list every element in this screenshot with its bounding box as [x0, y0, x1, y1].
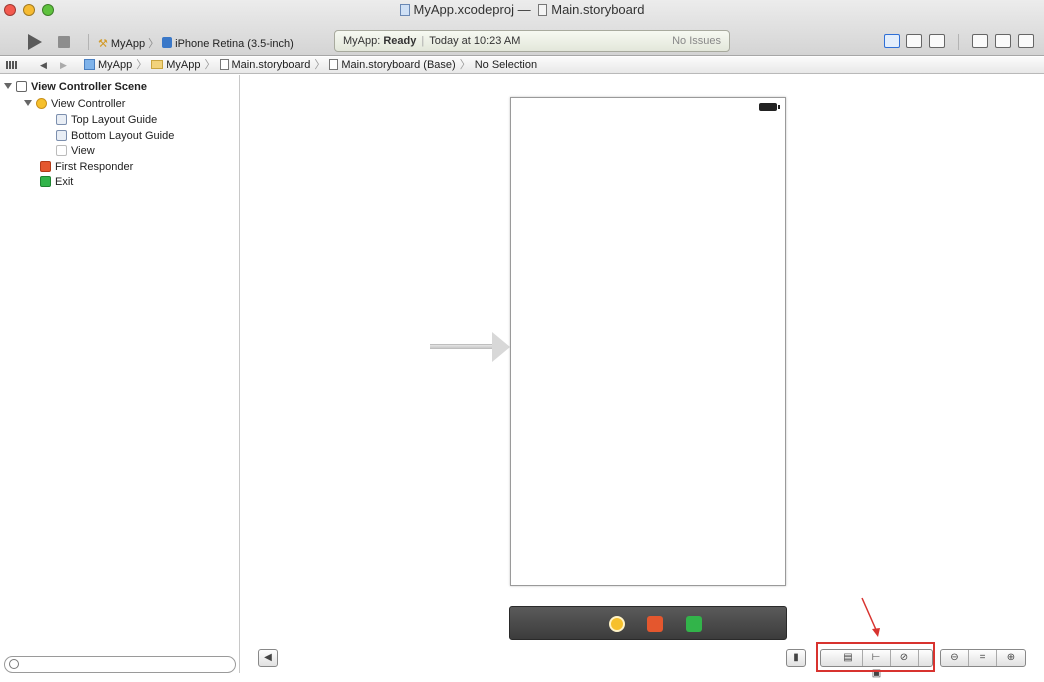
layout-guide-icon [56, 130, 67, 141]
layout-guide-icon [56, 114, 67, 125]
related-items-icon[interactable] [6, 61, 17, 69]
utilities-toggle-icon[interactable] [1018, 34, 1034, 48]
breadcrumb: MyApp 〉 MyApp 〉 Main.storyboard 〉 Main.storybo… [84, 57, 537, 73]
scene-icon [16, 81, 27, 92]
app-target-icon: ⚒ [98, 38, 108, 50]
hide-outline-button[interactable]: ◀ [258, 649, 278, 667]
breadcrumb-project[interactable]: MyApp [84, 59, 132, 71]
outline-item-label: Exit [55, 176, 74, 188]
exit-icon [40, 176, 51, 187]
outline-item-exit[interactable]: Exit [40, 175, 73, 190]
storyboard-icon [329, 59, 339, 70]
project-icon [84, 59, 95, 70]
document-outline: View Controller Scene View Controller To… [0, 75, 240, 673]
title-separator: — [517, 2, 531, 17]
filter-icon [9, 659, 19, 669]
initial-arrow-head-icon [492, 332, 510, 362]
scheme-device-label: iPhone Retina (3.5-inch) [175, 38, 294, 50]
zoom-out-icon[interactable]: ⊖ [941, 650, 969, 666]
activity-status-bar: MyApp: Ready | Today at 10:23 AM No Issues [334, 30, 730, 52]
title-file: Main.storyboard [551, 2, 645, 17]
chevron-right-icon: 〉 [148, 38, 160, 50]
exit-icon[interactable] [686, 616, 702, 632]
battery-icon [759, 103, 780, 111]
view-icon [56, 145, 67, 156]
status-issues[interactable]: No Issues [672, 31, 721, 51]
assistant-editor-icon[interactable] [906, 34, 922, 48]
outline-item-bottom-layout-guide[interactable]: Bottom Layout Guide [56, 129, 174, 144]
device-size-toggle-button[interactable]: ▮ [786, 649, 806, 667]
disclosure-triangle-icon[interactable] [4, 83, 12, 89]
zoom-controls: ⊖ = ⊕ [940, 649, 1026, 667]
outline-item-view[interactable]: View [56, 144, 95, 159]
stop-button[interactable] [58, 36, 70, 48]
outline-filter-field[interactable] [4, 656, 236, 673]
status-time: Today at 10:23 AM [429, 35, 521, 47]
forward-arrow-icon[interactable]: ▶ [60, 57, 67, 73]
toolbar-separator [958, 34, 959, 50]
title-project: MyApp.xcodeproj [413, 2, 514, 17]
breadcrumb-selection[interactable]: No Selection [475, 59, 537, 71]
jump-bar: ◀ ▶ MyApp 〉 MyApp 〉 Main.storyboard 〉 Main.sto… [0, 57, 1044, 74]
chevron-right-icon: 〉 [314, 59, 326, 71]
annotation-highlight-box [816, 642, 935, 672]
navigator-toggle-icon[interactable] [972, 34, 988, 48]
disclosure-triangle-icon[interactable] [24, 100, 32, 106]
outline-item-label: Bottom Layout Guide [71, 130, 175, 142]
project-file-icon [399, 4, 410, 16]
window-toolbar: MyApp.xcodeproj — Main.storyboard ⚒ MyApp… [0, 0, 1044, 56]
outline-item-label: View Controller [51, 98, 126, 110]
status-state: Ready [383, 35, 417, 47]
chevron-right-icon: 〉 [459, 59, 471, 71]
window-title: MyApp.xcodeproj — Main.storyboard [0, 2, 1044, 17]
breadcrumb-label: Main.storyboard (Base) [341, 59, 456, 71]
chevron-right-icon: 〉 [204, 59, 216, 71]
debug-area-toggle-icon[interactable] [995, 34, 1011, 48]
run-button[interactable] [28, 34, 42, 50]
outline-item-view-controller[interactable]: View Controller [24, 97, 125, 112]
scene-dock [509, 606, 787, 640]
standard-editor-icon[interactable] [884, 34, 900, 48]
breadcrumb-label: Main.storyboard [231, 59, 311, 71]
breadcrumb-group[interactable]: MyApp [151, 59, 201, 71]
view-controller-icon [36, 98, 47, 109]
view-controller-scene[interactable] [510, 97, 786, 586]
version-editor-icon[interactable] [929, 34, 945, 48]
outline-item-first-responder[interactable]: First Responder [40, 160, 133, 175]
outline-item-scene[interactable]: View Controller Scene [4, 80, 147, 95]
outline-item-label: View Controller Scene [31, 81, 147, 93]
scheme-app-label: MyApp [110, 38, 146, 50]
zoom-actual-size-icon[interactable]: = [969, 650, 997, 666]
chevron-right-icon: 〉 [136, 59, 148, 71]
breadcrumb-file[interactable]: Main.storyboard [219, 59, 311, 71]
status-app: MyApp: [343, 35, 381, 47]
first-responder-icon [40, 161, 51, 172]
outline-item-label: First Responder [55, 161, 134, 173]
storyboard-file-icon [538, 4, 548, 16]
breadcrumb-label: MyApp [166, 59, 201, 71]
storyboard-canvas[interactable] [241, 75, 1044, 673]
folder-icon [151, 60, 164, 69]
breadcrumb-label: MyApp [98, 59, 133, 71]
breadcrumb-localization[interactable]: Main.storyboard (Base) [329, 59, 456, 71]
outline-item-label: View [71, 145, 95, 157]
scheme-selector[interactable]: ⚒ MyApp 〉 iPhone Retina (3.5-inch) [98, 35, 294, 51]
storyboard-icon [219, 59, 229, 70]
outline-item-top-layout-guide[interactable]: Top Layout Guide [56, 113, 157, 128]
view-controller-icon[interactable] [609, 616, 625, 632]
first-responder-icon[interactable] [647, 616, 663, 632]
simulator-icon [162, 37, 173, 48]
initial-view-controller-arrow[interactable] [430, 344, 494, 349]
zoom-in-icon[interactable]: ⊕ [997, 650, 1025, 666]
toolbar-separator [88, 34, 89, 50]
outline-item-label: Top Layout Guide [71, 114, 158, 126]
back-arrow-icon[interactable]: ◀ [40, 57, 47, 73]
